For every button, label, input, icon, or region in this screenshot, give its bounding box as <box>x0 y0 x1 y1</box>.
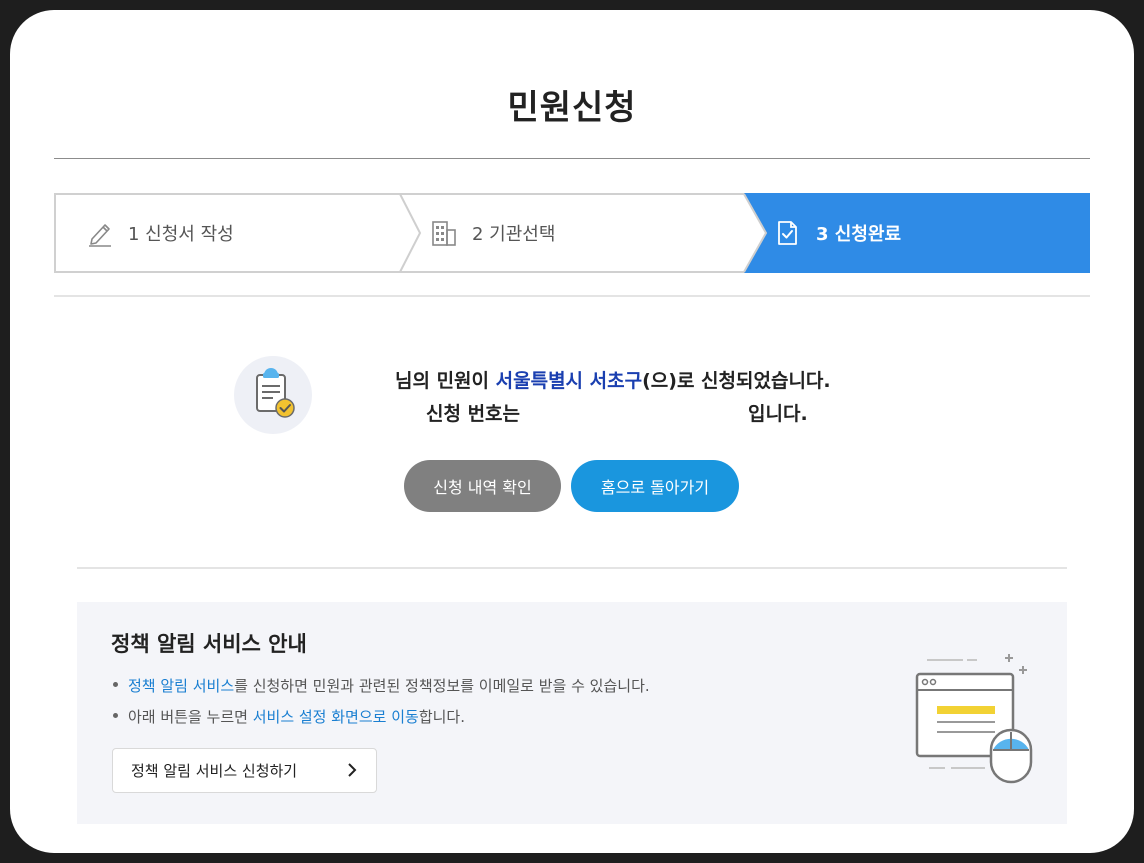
step-2-label: 2 기관선택 <box>472 224 556 245</box>
agency-name: 서울특별시 서초구 <box>495 370 643 392</box>
subscribe-button-label: 정책 알림 서비스 신청하기 <box>131 762 298 780</box>
section-divider <box>77 567 1067 569</box>
policy-alert-service-link-text: 정책 알림 서비스 <box>128 677 235 695</box>
step-1-write-form: 1 신청서 작성 <box>86 193 234 273</box>
step-3-complete: 3 신청완료 <box>774 193 901 273</box>
info-line-1: 정책 알림 서비스를 신청하면 민원과 관련된 정책정보를 이메일로 받을 수 … <box>113 675 650 696</box>
settings-screen-link-text: 서비스 설정 화면으로 이동 <box>252 708 419 726</box>
document-check-icon <box>778 221 797 245</box>
info-line-1-text: 를 신청하면 민원과 관련된 정책정보를 이메일로 받을 수 있습니다. <box>234 677 650 695</box>
building-icon <box>432 221 456 246</box>
completion-message: 님의 민원이 서울특별시 서초구(으)로 신청되었습니다. <box>395 366 831 393</box>
clipboard-check-icon <box>234 356 312 434</box>
policy-alert-info-box: 정책 알림 서비스 안내 정책 알림 서비스를 신청하면 민원과 관련된 정책정… <box>77 602 1067 824</box>
info-line-2-pre: 아래 버튼을 누르면 <box>128 708 253 726</box>
bullet-icon <box>113 713 118 718</box>
window-frame: 민원신청 1 신청서 작성 2 기관선택 3 신청완료 님의 민원이 서울특별시… <box>10 10 1134 853</box>
bullet-icon <box>113 682 118 687</box>
steps-divider <box>54 295 1090 297</box>
pencil-icon <box>89 224 111 247</box>
application-number-suffix: 입니다. <box>748 403 808 425</box>
step-indicator: 1 신청서 작성 2 기관선택 3 신청완료 <box>54 193 1090 273</box>
check-application-button[interactable]: 신청 내역 확인 <box>404 460 561 512</box>
step-1-label: 1 신청서 작성 <box>128 224 234 245</box>
application-number-label: 신청 번호는 <box>426 403 521 425</box>
go-home-button[interactable]: 홈으로 돌아가기 <box>571 460 739 512</box>
page-title: 민원신청 <box>507 88 637 128</box>
completion-message-part-1: 님의 민원이 <box>395 370 496 392</box>
title-divider <box>54 158 1090 159</box>
info-line-2: 아래 버튼을 누르면 서비스 설정 화면으로 이동합니다. <box>113 706 465 727</box>
info-line-2-post: 합니다. <box>418 708 465 726</box>
step-2-select-agency: 2 기관선택 <box>430 193 555 273</box>
step-3-label: 3 신청완료 <box>816 224 902 245</box>
email-alert-illustration <box>915 654 1033 784</box>
chevron-right-icon <box>348 763 357 777</box>
completion-message-part-2: (으)로 신청되었습니다. <box>642 370 831 392</box>
info-title: 정책 알림 서비스 안내 <box>111 632 307 656</box>
subscribe-policy-alert-button[interactable]: 정책 알림 서비스 신청하기 <box>112 748 377 793</box>
